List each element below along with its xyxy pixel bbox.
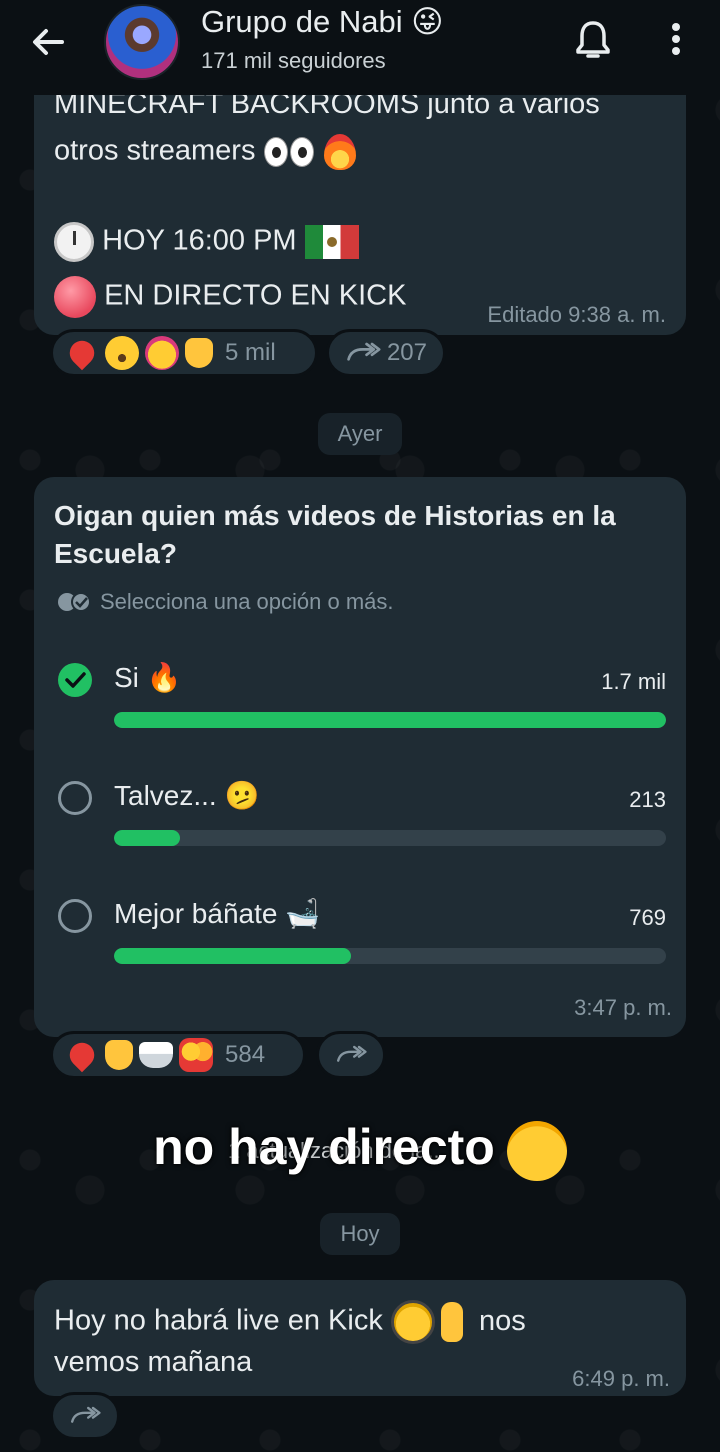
bell-icon [576,21,610,58]
forward-icon [337,1045,367,1062]
poll-option-radio[interactable] [58,899,92,933]
arrow-left-icon [33,29,64,55]
poll-option-bar [114,948,666,964]
reactions-count: 5 mil [225,339,276,366]
message-time: 3:47 p. m. [574,995,672,1020]
message-text: nos [478,1304,526,1337]
poll-option-label[interactable]: Si 🔥 [114,661,182,694]
poll-option-bar-fill [114,948,352,964]
reactions-bar[interactable]: 584 [50,1031,306,1079]
nerd-face-emoji-icon [390,1300,435,1344]
message-bubble-announcement[interactable]: MINECRAFT BACKROOMS junto a varios otros… [34,60,686,335]
back-button[interactable] [28,22,68,62]
poll-option-bar-fill [114,712,666,728]
bathtub-reaction-icon [139,1042,173,1068]
poll-option-votes: 769 [629,905,666,930]
heart-reaction-icon [64,1037,100,1073]
channel-follower-count[interactable]: 171 mil seguidores [201,48,386,74]
notifications-button[interactable] [574,18,612,62]
message-time: 6:49 p. m. [572,1366,670,1391]
reactions-bar[interactable]: 5 mil [50,329,318,377]
poll-option-votes: 213 [629,787,666,812]
forwards-count: 207 [386,339,427,366]
video-overlay-caption: no hay directo [0,1118,720,1181]
party-face-reaction-icon [145,336,179,370]
date-separator: Hoy [320,1213,400,1255]
clock-emoji-icon [54,222,94,262]
more-vert-icon [672,23,680,55]
message-timestamp: Editado 9:38 a. m. [487,302,666,328]
message-text-line: otros streamers [54,134,356,170]
message-text: HOY 16:00 PM [102,224,297,257]
couple-with-heart-reaction-icon [179,1038,213,1072]
eyes-emoji-icon [263,137,288,167]
poll-message-bubble: Oigan quien más videos de Historias en l… [34,477,686,1037]
message-text: EN DIRECTO EN KICK [104,279,407,312]
poll-option-bar [114,712,666,728]
poll-option-bar [114,830,666,846]
thumbs-up-reaction-icon [105,1040,133,1070]
edited-label: Editado [487,302,563,327]
forward-icon [71,1406,101,1423]
more-options-button[interactable] [664,18,688,62]
astonished-reaction-icon [105,336,139,370]
poll-option-bar-fill [114,830,181,846]
forward-button[interactable] [50,1392,120,1440]
forward-button[interactable] [316,1031,386,1079]
message-time: 9:38 a. m. [568,302,666,327]
message-text: Hoy no habrá live en Kick [54,1304,383,1337]
pensive-face-emoji-icon [506,1120,567,1181]
channel-header: Grupo de Nabi 😜 171 mil seguidores [0,0,720,95]
check-icon [65,672,86,688]
mexico-flag-icon [304,225,359,259]
heart-reaction-icon [64,335,100,371]
index-pointing-up-emoji-icon [440,1302,463,1342]
eyes-emoji-icon [289,137,314,167]
poll-option-radio-checked[interactable] [58,663,92,697]
channel-title[interactable]: Grupo de Nabi 😜 [201,4,444,40]
forward-icon [347,342,381,361]
reactions-count: 584 [225,1041,266,1068]
overlay-caption-text: no hay directo [153,1119,495,1175]
forward-button[interactable]: 207 [326,329,446,377]
date-separator: Ayer [318,413,402,455]
message-text-line: vemos mañana [54,1346,253,1378]
message-bubble-today[interactable]: Hoy no habrá live en Kick nos vemos maña… [34,1280,686,1396]
thumbs-up-reaction-icon [185,338,213,368]
poll-option-label[interactable]: Talvez... 🫤 [114,779,259,812]
poll-hint: Selecciona una opción o más. [56,589,394,615]
channel-avatar[interactable] [104,4,180,80]
red-circle-emoji-icon [54,276,96,318]
poll-option-label[interactable]: Mejor báñate 🛁 [114,897,320,930]
double-check-circle-icon [58,592,91,612]
message-text-line: Hoy no habrá live en Kick nos [54,1300,526,1344]
message-text-line: HOY 16:00 PM [54,222,359,262]
fire-emoji-icon [323,134,356,170]
poll-hint-text: Selecciona una opción o más. [100,589,394,614]
poll-question: Oigan quien más videos de Historias en l… [54,500,616,569]
poll-option-votes: 1.7 mil [601,669,666,694]
message-text-line: EN DIRECTO EN KICK [54,276,406,318]
poll-option-radio[interactable] [58,781,92,815]
message-text: otros streamers [54,134,256,167]
